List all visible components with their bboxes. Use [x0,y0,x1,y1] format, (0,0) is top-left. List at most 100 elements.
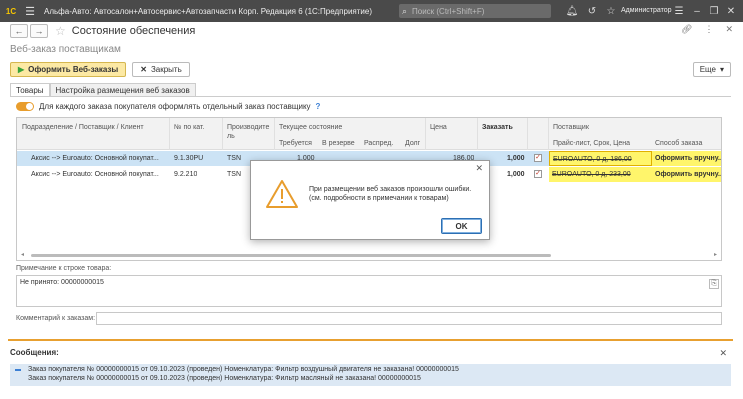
dialog-message: При размещении веб заказов произошли оши… [309,185,471,203]
warning-icon [266,180,298,208]
tab-goods[interactable]: Товары [10,83,50,96]
app-title: Альфа-Авто: Автосалон+Автосервис+Автозап… [44,6,372,16]
notifications-icon[interactable]: 🔔︎ [565,3,579,19]
row-order-method[interactable]: Оформить вручну... [652,151,721,166]
row-cat-no: 9.1.30PU [174,155,204,162]
messages-separator [8,339,733,341]
col-reserved[interactable]: В резерве [322,139,355,148]
close-button[interactable]: ✕ Закрыть [132,62,190,77]
dialog-close-icon[interactable]: ✕ [475,163,483,174]
link-icon[interactable]: 🔗︎ [681,24,692,35]
user-name[interactable]: Администратор [621,0,672,22]
separate-order-toggle[interactable] [16,101,34,111]
comment-input[interactable] [96,312,722,325]
col-debt[interactable]: Долг [405,139,420,148]
scrollbar-thumb[interactable] [31,254,551,257]
more-button[interactable]: Еще ▾ [692,62,731,77]
col-distributed[interactable]: Распред. [364,139,393,148]
tab-web-order-settings[interactable]: Настройка размещения веб заказов [49,83,196,96]
horizontal-scrollbar[interactable]: ◂ ▸ [21,251,717,258]
row-division: Аксис --> Euroauto: Основной покупат... [31,171,159,178]
row-cat-no: 9.2.210 [174,171,198,178]
app-titlebar: 1С ☰ Альфа-Авто: Автосалон+Автосервис+Ав… [0,0,743,22]
col-supplier: Поставщик [553,124,589,131]
place-orders-label: Оформить Веб-заказы [28,65,119,74]
tab-bar: Товары Настройка размещения веб заказов [10,83,196,96]
col-divider [425,118,426,150]
close-icon: ✕ [140,65,147,74]
scroll-right-icon[interactable]: ▸ [714,251,717,258]
scroll-left-icon[interactable]: ◂ [21,251,24,258]
row-checkbox[interactable]: ✓ [534,170,542,178]
separate-order-label: Для каждого заказа покупателя оформлять … [39,101,311,111]
note-value: Не принято: 00000000015 [20,279,104,286]
row-price-list[interactable]: EUROAUTO, 0 д, 186,00 [553,156,632,163]
more-label: Еще [699,65,716,74]
col-divider [527,118,528,150]
row-price-list[interactable]: EUROAUTO, 0 д, 233,00 [552,171,631,178]
settings-icon[interactable]: ☰ [672,3,686,19]
col-division[interactable]: Подразделение / Поставщик / Клиент [22,123,144,132]
row-checkbox[interactable]: ✓ [534,154,542,162]
col-divider [274,118,275,150]
messages-close-icon[interactable]: ✕ [719,348,727,359]
place-orders-button[interactable]: ▶ Оформить Веб-заказы [10,62,127,77]
col-divider [477,118,478,150]
col-divider [169,118,170,150]
message-item[interactable]: Заказ покупателя № 00000000015 от 09.10.… [28,375,421,382]
form-subtitle: Веб-заказ поставщикам [10,44,121,55]
forward-button[interactable]: → [30,24,48,38]
close-label: Закрыть [150,65,182,74]
message-bullet-icon [15,369,21,371]
row-manufacturer: TSN [227,171,241,178]
command-bar: ▶ Оформить Веб-заказы ✕ Закрыть [10,62,190,77]
more-vertical-icon[interactable]: ⋮ [704,24,713,35]
back-button[interactable]: ← [10,24,28,38]
restore-icon[interactable]: ❐ [707,3,721,19]
search-placeholder: Поиск (Ctrl+Shift+F) [412,6,485,16]
col-order[interactable]: Заказать [482,123,513,132]
col-divider [548,118,549,150]
col-state: Текущее состояние [279,124,343,131]
app-logo: 1С [5,6,17,16]
favorites-icon[interactable]: ☆ [604,3,618,19]
row-order[interactable]: 1,000 [507,151,525,166]
favorite-star-icon[interactable]: ☆ [55,24,66,38]
table-header: Подразделение / Поставщик / Клиент № по … [17,118,721,150]
col-divider [222,118,223,150]
col-required[interactable]: Требуется [279,139,312,148]
separate-order-option: Для каждого заказа покупателя оформлять … [16,101,320,111]
close-form-icon[interactable]: ✕ [725,24,733,35]
history-icon[interactable]: ↺ [585,3,599,19]
play-icon: ▶ [18,65,25,74]
ok-button[interactable]: OK [441,218,482,234]
row-order[interactable]: 1,000 [507,167,525,182]
row-division: Аксис --> Euroauto: Основной покупат... [31,155,159,162]
messages-panel: Заказ покупателя № 00000000015 от 09.10.… [10,364,731,386]
row-manufacturer: TSN [227,155,241,162]
dialog-message-line2: (см. подробности в примечании к товарам) [309,195,449,202]
open-note-icon[interactable]: ⎘ [709,279,719,289]
tab-divider [10,96,731,97]
note-field[interactable]: Не принято: 00000000015 ⎘ [16,275,722,307]
col-cat-no[interactable]: № по кат. [174,123,204,132]
help-icon[interactable]: ? [316,102,321,111]
main-menu-icon[interactable]: ☰ [22,0,38,22]
minimize-icon[interactable]: – [690,3,704,19]
col-price-list[interactable]: Прайс-лист, Срок, Цена [553,139,630,148]
col-price[interactable]: Цена [430,123,447,132]
page-title: Состояние обеспечения [71,25,196,37]
close-window-icon[interactable]: ✕ [724,3,738,19]
col-order-method[interactable]: Способ заказа [655,139,702,148]
chevron-down-icon: ▾ [719,65,724,74]
col-manufacturer[interactable]: Производите ль [227,123,269,141]
messages-title: Сообщения: [10,348,59,357]
comment-label: Комментарий к заказам: [16,315,96,322]
row-order-method[interactable]: Оформить вручну... [652,167,721,182]
global-search-input[interactable]: ⌕ Поиск (Ctrl+Shift+F) [399,4,551,18]
search-icon: ⌕ [402,5,408,16]
note-label: Примечание к строке товара: [16,265,112,272]
message-item[interactable]: Заказ покупателя № 00000000015 от 09.10.… [28,366,459,373]
error-dialog: ✕ При размещении веб заказов произошли о… [250,160,490,240]
window-header: ← → ☆ Состояние обеспечения 🔗︎ ⋮ ✕ [0,22,743,40]
